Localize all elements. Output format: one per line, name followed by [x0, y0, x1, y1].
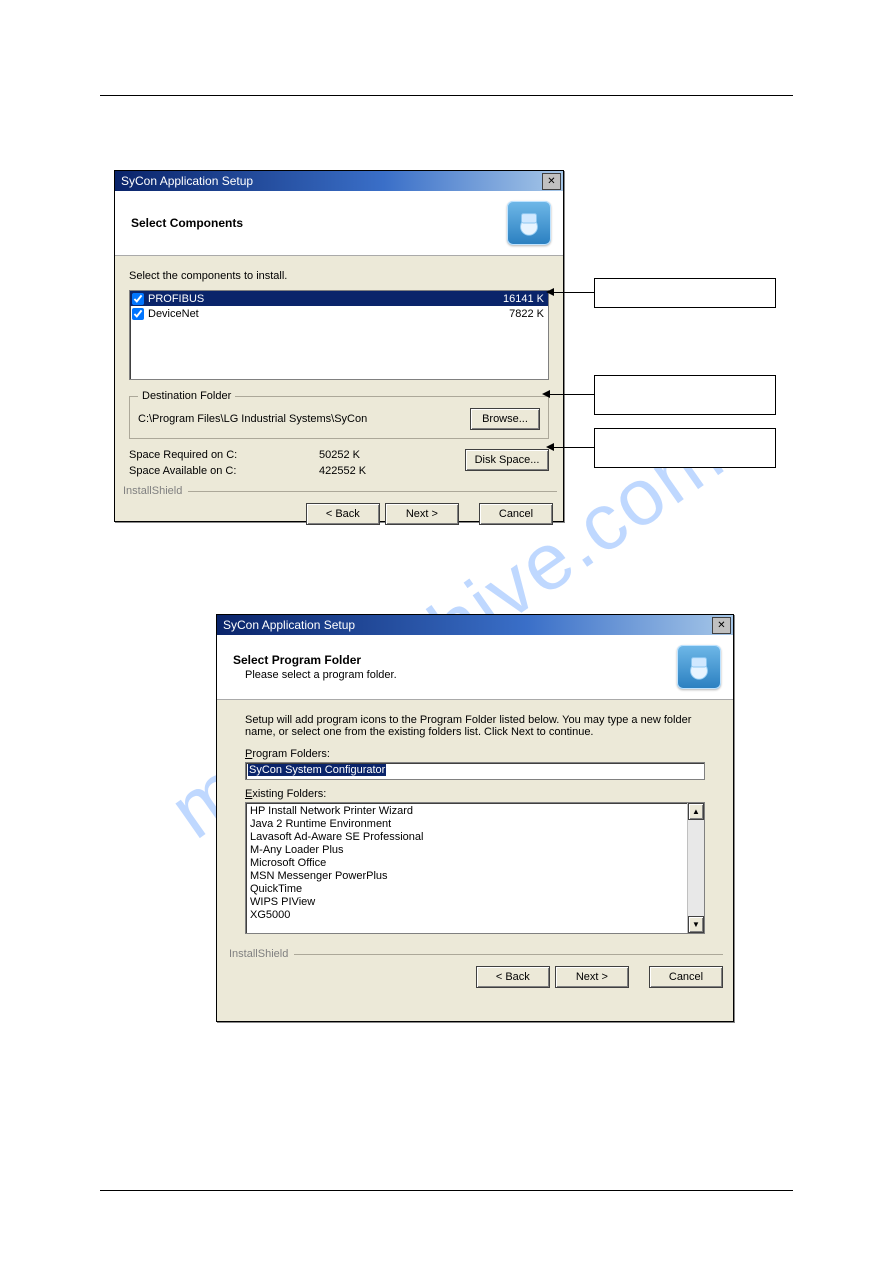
folder-item[interactable]: Lavasoft Ad-Aware SE Professional [250, 831, 683, 844]
installshield-label: InstallShield [227, 948, 294, 960]
wizard-buttons: < Back Next > Cancel [115, 497, 563, 535]
annotation-arrow-line [552, 292, 594, 293]
annotation-box-diskspace [594, 428, 776, 468]
window-title: SyCon Application Setup [223, 618, 355, 632]
annotation-arrow-line [548, 394, 594, 395]
folder-item[interactable]: HP Install Network Printer Wizard [250, 805, 683, 818]
annotation-arrow-head [542, 390, 550, 398]
folder-item[interactable]: WIPS PIView [250, 896, 683, 909]
program-folders-label-rest: rogram Folders: [252, 748, 330, 760]
installer-icon [677, 645, 721, 689]
titlebar: SyCon Application Setup ✕ [217, 615, 733, 635]
existing-folders-label-rest: xisting Folders: [252, 788, 326, 800]
installshield-label: InstallShield [121, 485, 188, 497]
components-listbox[interactable]: PROFIBUS 16141 K DeviceNet 7822 K [129, 290, 549, 380]
close-button[interactable]: ✕ [542, 173, 561, 190]
component-label: DeviceNet [148, 308, 509, 320]
annotation-arrow-head [546, 443, 554, 451]
space-available-label: Space Available on C: [129, 465, 319, 477]
close-button[interactable]: ✕ [712, 617, 731, 634]
component-row-devicenet[interactable]: DeviceNet 7822 K [130, 306, 548, 321]
next-button[interactable]: Next > [385, 503, 459, 525]
annotation-box-browse [594, 375, 776, 415]
instruction-text: Select the components to install. [129, 270, 549, 282]
dialog-select-components: SyCon Application Setup ✕ Select Compone… [114, 170, 564, 522]
destination-legend: Destination Folder [138, 390, 235, 402]
page-rule-bottom [100, 1190, 793, 1191]
wizard-header: Select Program Folder Please select a pr… [217, 635, 733, 700]
page-title: Select Components [131, 216, 243, 230]
destination-path: C:\Program Files\LG Industrial Systems\S… [138, 413, 470, 425]
cancel-button[interactable]: Cancel [479, 503, 553, 525]
scroll-track[interactable] [688, 820, 704, 916]
component-checkbox[interactable] [132, 308, 144, 320]
page-subtitle: Please select a program folder. [245, 669, 397, 681]
scroll-down-icon[interactable]: ▼ [688, 916, 704, 933]
space-required-value: 50252 K [319, 449, 409, 461]
window-title: SyCon Application Setup [121, 174, 253, 188]
destination-group: Destination Folder C:\Program Files\LG I… [129, 390, 549, 439]
component-row-profibus[interactable]: PROFIBUS 16141 K [130, 291, 548, 306]
titlebar: SyCon Application Setup ✕ [115, 171, 563, 191]
browse-button[interactable]: Browse... [470, 408, 540, 430]
page-rule-top [100, 95, 793, 96]
folder-item[interactable]: QuickTime [250, 883, 683, 896]
cancel-button[interactable]: Cancel [649, 966, 723, 988]
disk-space-button[interactable]: Disk Space... [465, 449, 549, 471]
back-button[interactable]: < Back [476, 966, 550, 988]
component-checkbox[interactable] [132, 293, 144, 305]
wizard-header: Select Components [115, 191, 563, 256]
component-label: PROFIBUS [148, 293, 503, 305]
annotation-arrow-line [552, 447, 594, 448]
component-size: 7822 K [509, 308, 544, 320]
space-available-value: 422552 K [319, 465, 409, 477]
folder-item[interactable]: MSN Messenger PowerPlus [250, 870, 683, 883]
annotation-arrow-head [546, 288, 554, 296]
annotation-box-components [594, 278, 776, 308]
scroll-up-icon[interactable]: ▲ [688, 803, 704, 820]
wizard-buttons: < Back Next > Cancel [217, 960, 733, 998]
program-folder-input[interactable]: SyCon System Configurator [245, 762, 705, 780]
space-required-label: Space Required on C: [129, 449, 319, 461]
installer-icon [507, 201, 551, 245]
next-button[interactable]: Next > [555, 966, 629, 988]
body-instruction: Setup will add program icons to the Prog… [245, 714, 705, 738]
folder-item[interactable]: M-Any Loader Plus [250, 844, 683, 857]
page-title: Select Program Folder [233, 653, 397, 667]
folder-item[interactable]: Microsoft Office [250, 857, 683, 870]
scrollbar[interactable]: ▲ ▼ [687, 803, 704, 933]
existing-folders-listbox[interactable]: HP Install Network Printer Wizard Java 2… [245, 802, 705, 934]
dialog-select-program-folder: SyCon Application Setup ✕ Select Program… [216, 614, 734, 1022]
folder-item[interactable]: XG5000 [250, 909, 683, 922]
back-button[interactable]: < Back [306, 503, 380, 525]
component-size: 16141 K [503, 293, 544, 305]
program-folder-value: SyCon System Configurator [248, 764, 386, 776]
folder-item[interactable]: Java 2 Runtime Environment [250, 818, 683, 831]
